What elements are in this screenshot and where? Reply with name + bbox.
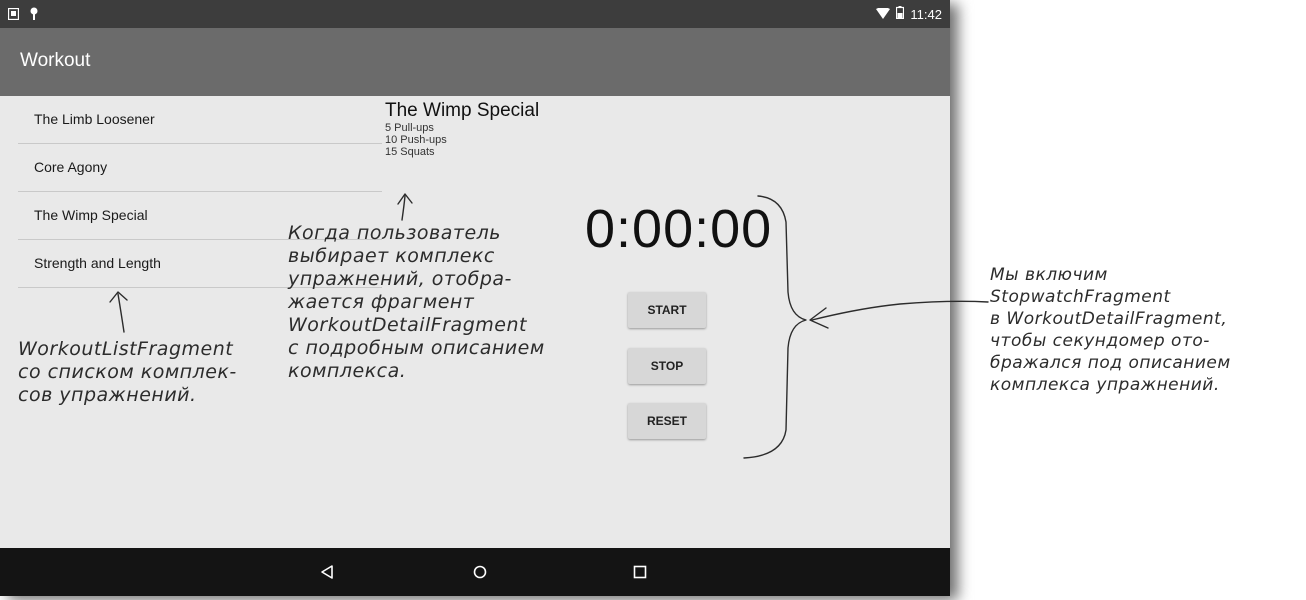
arrow-to-list <box>117 293 125 333</box>
annotation-arrows <box>109 193 989 459</box>
arrow-to-stopwatch <box>811 300 989 321</box>
arrow-to-detail <box>401 195 406 221</box>
stopwatch-brace <box>743 195 807 459</box>
